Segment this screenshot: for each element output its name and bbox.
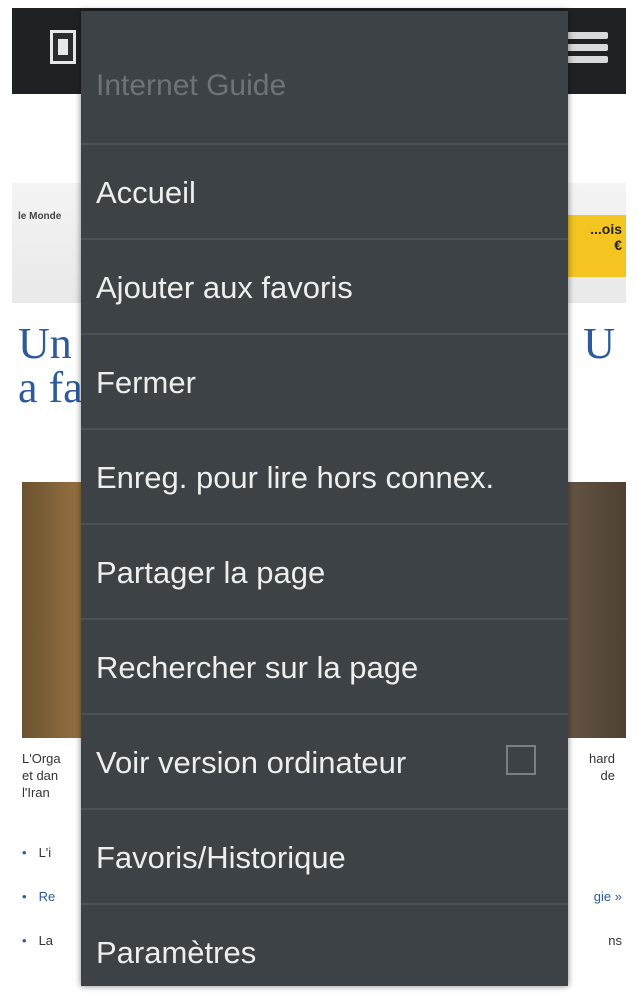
site-logo-icon[interactable]	[50, 30, 76, 64]
menu-item-find-on-page[interactable]: Rechercher sur la page	[81, 618, 568, 713]
article-headline-tail[interactable]: U	[583, 322, 615, 366]
menu-item-label: Accueil	[96, 175, 196, 210]
promo-badge: ...ois €	[564, 215, 626, 277]
menu-item-close[interactable]: Fermer	[81, 333, 568, 428]
menu-item-settings[interactable]: Paramètres	[81, 903, 568, 986]
photo-caption-tail: hard de	[588, 751, 615, 783]
menu-item-share-page[interactable]: Partager la page	[81, 523, 568, 618]
menu-item-label: Rechercher sur la page	[96, 650, 419, 685]
menu-item-label: Partager la page	[96, 555, 326, 590]
menu-item-label: Fermer	[96, 365, 196, 400]
banner-brand-text: le Monde	[18, 211, 62, 222]
menu-title: Internet Guide	[96, 69, 287, 102]
menu-item-save-offline[interactable]: Enreg. pour lire hors connex.	[81, 428, 568, 523]
menu-item-add-bookmark[interactable]: Ajouter aux favoris	[81, 238, 568, 333]
menu-item-desktop-version[interactable]: Voir version ordinateur	[81, 713, 568, 808]
hamburger-menu-icon[interactable]	[564, 32, 608, 68]
browser-overflow-menu: Internet Guide Accueil Ajouter aux favor…	[81, 11, 568, 986]
menu-item-label: Voir version ordinateur	[96, 745, 407, 780]
menu-item-label: Paramètres	[96, 935, 257, 970]
menu-item-home[interactable]: Accueil	[81, 143, 568, 238]
menu-item-bookmarks-history[interactable]: Favoris/Historique	[81, 808, 568, 903]
menu-item-label: Enreg. pour lire hors connex.	[96, 460, 495, 495]
menu-item-label: Favoris/Historique	[96, 840, 346, 875]
desktop-version-checkbox[interactable]	[506, 745, 536, 775]
menu-item-label: Ajouter aux favoris	[96, 270, 353, 305]
